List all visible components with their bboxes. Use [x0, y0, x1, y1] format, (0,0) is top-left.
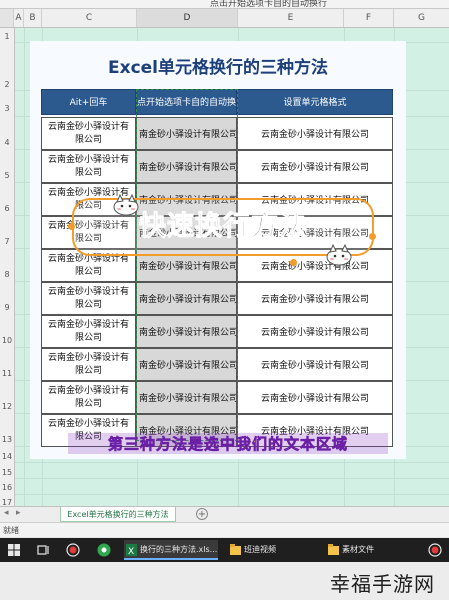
row-number[interactable]: 7	[0, 237, 14, 246]
table-cell[interactable]: 云南金砂小驿设计有限公司	[41, 381, 136, 414]
column-header-row: A B C D E F G	[0, 9, 449, 28]
table-cell[interactable]: 云南金砂小驿设计有限公司	[237, 282, 393, 315]
table-cell[interactable]: 南金砂小驿设计有限公司	[136, 150, 237, 183]
table-row: 云南金砂小驿设计有限公司 南金砂小驿设计有限公司 云南金砂小驿设计有限公司	[41, 348, 393, 381]
status-bar: 就绪	[0, 522, 449, 537]
table-cell[interactable]: 云南金砂小驿设计有限公司	[41, 348, 136, 381]
windows-start-icon[interactable]	[7, 543, 21, 557]
green-app-icon[interactable]	[97, 543, 111, 557]
cat-sticker-icon	[326, 244, 352, 266]
table-cell[interactable]: 云南金砂小驿设计有限公司	[41, 150, 136, 183]
table-cell[interactable]: 云南金砂小驿设计有限公司	[41, 282, 136, 315]
row-number[interactable]: 3	[0, 104, 14, 113]
row-number[interactable]: 15	[0, 468, 14, 477]
table-cell[interactable]: 云南金砂小驿设计有限公司	[237, 381, 393, 414]
table-row: 云南金砂小驿设计有限公司 南金砂小驿设计有限公司 云南金砂小驿设计有限公司	[41, 282, 393, 315]
next-sheet-icon[interactable]: ▸	[16, 508, 21, 518]
record-icon[interactable]	[428, 543, 442, 557]
table-cell[interactable]: 南金砂小驿设计有限公司	[136, 348, 237, 381]
row-number[interactable]: 13	[0, 435, 14, 444]
prev-sheet-icon[interactable]: ◂	[4, 508, 9, 518]
column-header-e[interactable]: E	[238, 9, 344, 27]
sheet-tab-active[interactable]: Excel单元格换行的三种方法	[60, 507, 176, 522]
table-cell[interactable]: 云南金砂小驿设计有限公司	[237, 117, 393, 150]
table-row: 云南金砂小驿设计有限公司 南金砂小驿设计有限公司 云南金砂小驿设计有限公司	[41, 117, 393, 150]
table-cell[interactable]: 南金砂小驿设计有限公司	[136, 315, 237, 348]
row-number[interactable]: 2	[0, 80, 14, 89]
table-cell[interactable]: 南金砂小驿设计有限公司	[136, 282, 237, 315]
table-cell[interactable]: 云南金砂小驿设计有限公司	[237, 315, 393, 348]
column-header-g[interactable]: G	[394, 9, 449, 27]
svg-text:X: X	[128, 547, 134, 556]
row-number[interactable]: 16	[0, 483, 14, 492]
banner-dot-icon	[68, 223, 75, 230]
windows-taskbar: X 换行的三种方法.xls... 班迪视频 素材文件	[0, 538, 449, 562]
watermark-text: 幸福手游网	[330, 572, 435, 596]
taskbar-app-label: 班迪视频	[244, 545, 276, 554]
excel-icon: X	[126, 544, 137, 556]
status-ready-text: 就绪	[3, 526, 19, 535]
table-cell[interactable]: 云南金砂小驿设计有限公司	[237, 150, 393, 183]
table-header-wrap-text: 点开始选项卡自的自动换行	[136, 89, 237, 115]
row-number[interactable]: 5	[0, 171, 14, 180]
formula-bar[interactable]: 点击开始选项卡自的自动换行	[0, 0, 449, 9]
row-number[interactable]: 4	[0, 138, 14, 147]
sheet-tab-bar: ◂ ▸ Excel单元格换行的三种方法 +	[0, 506, 449, 523]
row-number[interactable]: 10	[0, 336, 14, 345]
row-number[interactable]: 1	[0, 32, 14, 41]
table-header-alt-enter: Ait+回车	[41, 89, 136, 115]
watermark-area: 幸福手游网	[0, 562, 449, 600]
column-header-d[interactable]: D	[137, 9, 238, 27]
taskbar-app-bandi[interactable]: 班迪视频	[228, 540, 308, 560]
task-view-icon[interactable]	[36, 543, 50, 557]
table-cell[interactable]: 云南金砂小驿设计有限公司	[237, 348, 393, 381]
row-number[interactable]: 9	[0, 303, 14, 312]
card-title: Excel单元格换行的三种方法	[107, 58, 328, 78]
column-header-f[interactable]: F	[344, 9, 394, 27]
table-header-format-cells: 设置单元格格式	[237, 89, 393, 115]
formula-bar-text: 点击开始选项卡自的自动换行	[210, 0, 328, 9]
banner-dot-icon	[290, 259, 297, 266]
taskbar-app-label: 素材文件	[342, 545, 374, 554]
taskbar-app-excel[interactable]: X 换行的三种方法.xls...	[124, 540, 218, 560]
select-all-corner[interactable]	[0, 9, 14, 27]
table-cell[interactable]: 云南金砂小驿设计有限公司	[41, 315, 136, 348]
taskbar-app-materials[interactable]: 素材文件	[326, 540, 402, 560]
row-number[interactable]: 6	[0, 204, 14, 213]
banner-dot-icon	[369, 233, 376, 240]
row-header-column: 1 2 3 4 5 6 7 8 9 10 11 12 13 14 15 16 1…	[0, 28, 15, 512]
video-subtitle: 第三种方法是选中我们的文本区域	[68, 433, 388, 454]
column-header-a[interactable]: A	[14, 9, 24, 27]
table-cell[interactable]: 云南金砂小驿设计有限公司	[41, 117, 136, 150]
table-row: 云南金砂小驿设计有限公司 南金砂小驿设计有限公司 云南金砂小驿设计有限公司	[41, 315, 393, 348]
row-number[interactable]: 11	[0, 369, 14, 378]
table-cell[interactable]: 南金砂小驿设计有限公司	[136, 117, 237, 150]
table-row: 云南金砂小驿设计有限公司 南金砂小驿设计有限公司 云南金砂小驿设计有限公司	[41, 150, 393, 183]
row-number[interactable]: 12	[0, 402, 14, 411]
folder-icon	[230, 544, 241, 555]
row-number[interactable]: 14	[0, 452, 14, 461]
table-row: 云南金砂小驿设计有限公司 南金砂小驿设计有限公司 云南金砂小驿设计有限公司	[41, 381, 393, 414]
column-header-b[interactable]: B	[24, 9, 42, 27]
record-icon[interactable]	[66, 543, 80, 557]
add-sheet-button[interactable]: +	[196, 508, 208, 520]
folder-icon	[328, 544, 339, 555]
taskbar-app-label: 换行的三种方法.xls...	[140, 545, 218, 554]
row-number[interactable]: 8	[0, 270, 14, 279]
column-header-c[interactable]: C	[42, 9, 137, 27]
table-cell[interactable]: 南金砂小驿设计有限公司	[136, 381, 237, 414]
cat-sticker-icon	[113, 194, 139, 216]
